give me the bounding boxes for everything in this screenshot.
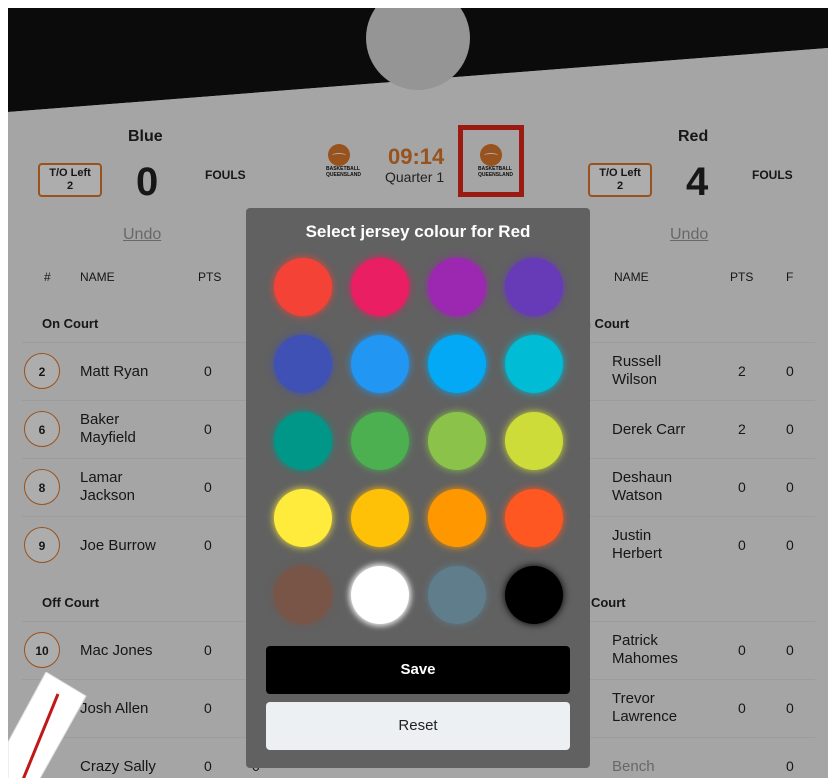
colour-swatch[interactable] [274,258,332,316]
colour-swatch[interactable] [505,258,563,316]
colour-swatch[interactable] [505,412,563,470]
reset-button[interactable]: Reset [266,702,570,750]
colour-swatch[interactable] [428,335,486,393]
dialog-title: Select jersey colour for Red [305,222,531,241]
colour-swatch[interactable] [351,335,409,393]
colour-swatch[interactable] [428,566,486,624]
colour-swatch[interactable] [505,566,563,624]
colour-swatch[interactable] [351,566,409,624]
colour-swatch[interactable] [351,258,409,316]
app-frame: Blue T/O Left 2 0 FOULS Undo BASKETBALL … [8,8,828,778]
decorative-marker-icon [8,671,108,778]
colour-swatch[interactable] [505,489,563,547]
colour-swatch[interactable] [274,566,332,624]
colour-swatch[interactable] [274,489,332,547]
save-button[interactable]: Save [266,646,570,694]
colour-swatch[interactable] [274,335,332,393]
colour-swatch[interactable] [428,258,486,316]
jersey-colour-dialog: Select jersey colour for Red Save Reset [246,208,590,768]
colour-swatch[interactable] [505,335,563,393]
colour-swatch[interactable] [428,489,486,547]
colour-swatch[interactable] [351,489,409,547]
colour-swatch[interactable] [274,412,332,470]
colour-swatch[interactable] [428,412,486,470]
colour-swatch[interactable] [351,412,409,470]
